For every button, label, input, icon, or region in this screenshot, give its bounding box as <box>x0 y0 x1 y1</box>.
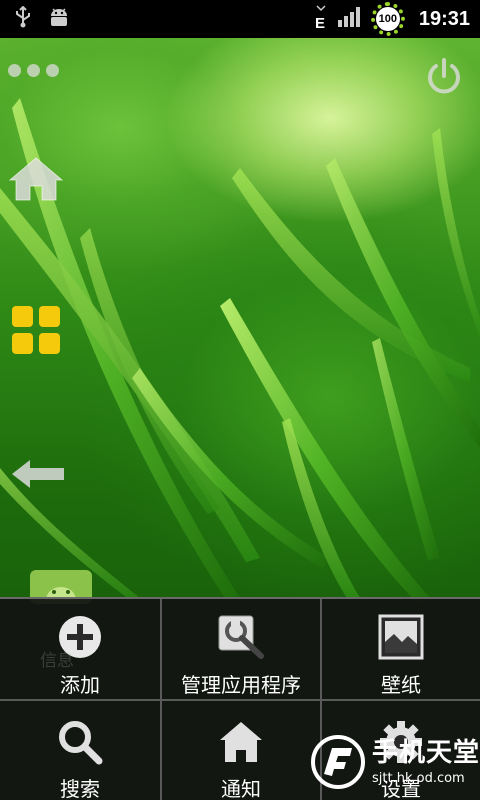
battery-level: 100 <box>375 7 400 31</box>
signal-icon <box>337 6 363 32</box>
watermark-logo-icon <box>311 735 365 789</box>
watermark-url: sjtt.hk od.com <box>372 770 465 786</box>
menu-item-wallpaper[interactable]: 壁纸 <box>320 599 480 700</box>
network-e-icon: E <box>313 4 329 34</box>
search-icon <box>57 717 103 767</box>
menu-item-label: 搜索 <box>60 777 100 800</box>
network-type-label: E <box>315 15 325 30</box>
more-dots-icon[interactable] <box>8 64 59 77</box>
menu-item-search[interactable]: 搜索 <box>0 701 160 800</box>
menu-item-notifications[interactable]: 通知 <box>160 701 320 800</box>
watermark-title: 手机天堂 <box>372 737 480 768</box>
back-arrow-icon[interactable] <box>10 458 66 494</box>
notification-home-icon <box>218 717 264 767</box>
watermark: 手机天堂 sjtt.hk od.com <box>310 734 480 790</box>
manage-apps-icon <box>217 611 265 663</box>
clock: 19:31 <box>418 7 470 30</box>
menu-item-label: 通知 <box>221 777 261 800</box>
all-apps-icon[interactable] <box>12 306 62 356</box>
android-debug-icon <box>48 6 70 32</box>
power-icon[interactable] <box>424 56 464 100</box>
usb-icon <box>14 5 32 32</box>
menu-item-label: 壁纸 <box>381 673 421 697</box>
status-bar: E 100 19:31 <box>0 0 480 38</box>
menu-item-label: 管理应用程序 <box>181 673 301 697</box>
menu-item-add[interactable]: 添加 <box>0 599 160 700</box>
background-app-label: 信息 <box>40 651 74 671</box>
menu-item-manage-apps[interactable]: 管理应用程序 <box>160 599 320 700</box>
menu-item-label: 添加 <box>60 673 100 697</box>
wallpaper-icon <box>378 611 424 663</box>
home-icon[interactable] <box>8 156 64 206</box>
battery-indicator: 100 <box>370 2 405 36</box>
